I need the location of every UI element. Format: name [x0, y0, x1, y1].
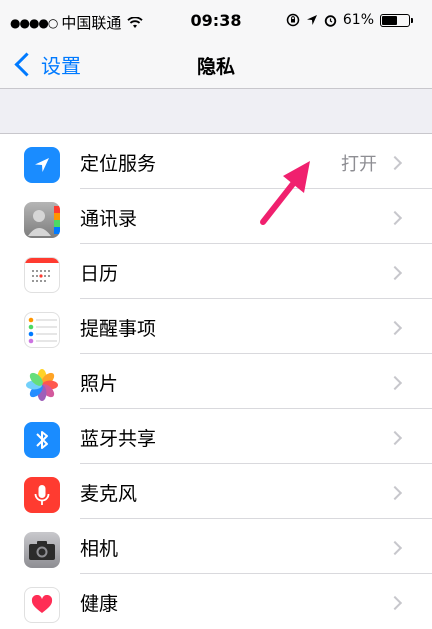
row-label: 定位服务 — [80, 153, 157, 175]
row-label: 日历 — [80, 263, 119, 285]
bluetooth-icon — [24, 422, 60, 458]
chevron-right-icon — [387, 320, 403, 336]
chevron-right-icon — [387, 540, 403, 556]
row-value: 打开 — [341, 154, 377, 175]
location-services-icon — [306, 15, 317, 25]
camera-icon — [24, 532, 60, 568]
photos-icon — [24, 367, 60, 403]
status-bar: ●●●●○ 中国联通 09:38 61% — [0, 0, 432, 40]
row-label: 健康 — [80, 593, 119, 615]
row-label: 通讯录 — [80, 208, 138, 230]
chevron-right-icon — [387, 155, 403, 171]
row-label: 蓝牙共享 — [80, 428, 157, 450]
location-arrow-icon — [24, 147, 60, 183]
chevron-right-icon — [387, 375, 403, 391]
row-label: 提醒事项 — [80, 318, 157, 340]
chevron-right-icon — [387, 210, 403, 226]
alarm-icon — [324, 14, 337, 27]
calendar-icon — [24, 257, 60, 293]
contacts-icon — [24, 202, 60, 238]
list-item-contacts[interactable]: 通讯录 — [0, 189, 432, 244]
battery-percent: 61% — [342, 12, 374, 28]
list-item-photos[interactable]: 照片 — [0, 354, 432, 409]
row-label: 照片 — [80, 373, 119, 395]
row-label: 麦克风 — [80, 483, 138, 505]
list-item-calendar[interactable]: 日历 — [0, 244, 432, 299]
list-item-bluetooth-sharing[interactable]: 蓝牙共享 — [0, 409, 432, 464]
list-item-reminders[interactable]: 提醒事项 — [0, 299, 432, 354]
list-item-camera[interactable]: 相机 — [0, 519, 432, 574]
list-item-location-services[interactable]: 定位服务 打开 — [0, 134, 432, 189]
list-item-microphone[interactable]: 麦克风 — [0, 464, 432, 519]
navigation-bar: 设置 隐私 — [0, 40, 432, 89]
chevron-right-icon — [387, 265, 403, 281]
battery-icon — [380, 13, 413, 27]
chevron-right-icon — [387, 595, 403, 611]
page-title: 隐私 — [196, 56, 235, 78]
chevron-right-icon — [387, 430, 403, 446]
list-item-health[interactable]: 健康 — [0, 574, 432, 629]
rotation-lock-icon — [286, 13, 300, 27]
heart-icon — [24, 587, 60, 623]
chevron-right-icon — [387, 485, 403, 501]
reminders-icon — [24, 312, 60, 348]
privacy-list: 定位服务 打开 通讯录 日历 提醒事项 照片 蓝牙共享 麦克风 相机 健康 — [0, 133, 432, 629]
row-label: 相机 — [80, 538, 119, 560]
status-indicators: 61% — [286, 12, 413, 28]
microphone-icon — [24, 477, 60, 513]
